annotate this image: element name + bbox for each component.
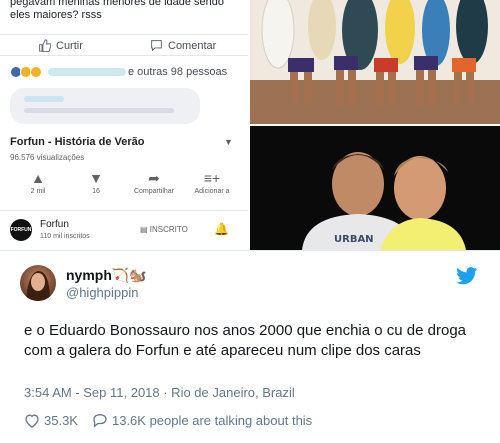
blurred-reply-bubble [10,88,200,124]
speech-bubble-icon [151,40,162,52]
tweet-card: nymph🏹🐿️ @highpippin e o Eduardo Bonossa… [0,250,500,443]
reactions-summary[interactable]: e outras 98 pessoas [10,66,227,78]
reactions-count-text: e outras 98 pessoas [128,66,228,78]
like-button[interactable]: 35.3K [24,413,78,428]
like-count: 2 mil [30,188,46,195]
subscribed-icon: ▤ [140,225,150,234]
surfboards-illustration [250,0,500,124]
comment-text: pegavam meninas menores de idade sendo e… [10,0,225,21]
user-handle[interactable]: @highpippin [66,285,138,300]
like-label: Curtir [56,39,83,52]
heart-icon [25,414,39,428]
bell-icon[interactable]: 🔔 [214,222,229,236]
channel-row: FORFUN Forfun 110 mil inscritos ▤ INSCRI… [0,210,248,250]
avatar[interactable] [20,265,56,301]
friends-illustration: URBAN [250,126,500,250]
channel-name[interactable]: Forfun [40,219,69,230]
dislike-count: 16 [92,188,100,195]
talking-count: 13.6K people are talking about this [111,413,313,428]
add-to-button[interactable]: ≡+ Adicionar a [186,168,238,195]
comment-button[interactable]: Comentar [150,39,216,52]
tweet-timestamp[interactable]: 3:54 AM - Sep 11, 2018 · Rio de Janeiro,… [24,385,295,400]
add-to-label: Adicionar a [194,188,230,195]
share-button[interactable]: ➦ Compartilhar [128,168,180,195]
comment-actions-bar: Curtir Comentar [0,34,248,56]
subscribed-label: INSCRITO [149,225,188,234]
share-arrow-icon: ➦ [148,170,160,186]
thumbs-up-icon [39,39,51,52]
facebook-comment-panel: pegavam meninas menores de idade sendo e… [0,0,248,124]
add-to-playlist-icon: ≡+ [203,170,221,186]
channel-avatar[interactable]: FORFUN [10,219,32,241]
tweet-text: e o Eduardo Bonossauro nos anos 2000 que… [24,322,467,359]
image-collage: pegavam meninas menores de idade sendo e… [0,0,500,250]
dislike-video-button[interactable]: ▼ 16 [70,168,122,195]
reply-bubble-icon [93,414,107,428]
subscriber-count: 110 mil inscritos [40,233,90,240]
share-label: Compartilhar [133,188,175,195]
chevron-down-icon[interactable]: ▼ [224,137,233,147]
display-name[interactable]: nymph🏹🐿️ [66,267,147,284]
friends-photo: URBAN [250,126,500,250]
thumbs-up-icon: ▲ [31,170,45,186]
thumbs-down-icon: ▼ [89,170,103,186]
blurred-name [48,68,126,76]
surfboards-photo [250,0,500,124]
comment-label: Comentar [168,39,217,52]
video-actions: ▲ 2 mil ▼ 16 ➦ Compartilhar ≡+ Adicionar… [0,168,248,208]
like-button[interactable]: Curtir [38,39,83,52]
subscribed-button[interactable]: ▤ INSCRITO [140,225,188,234]
svg-text:URBAN: URBAN [334,234,374,245]
like-video-button[interactable]: ▲ 2 mil [12,168,64,195]
avatar-portrait [26,271,50,301]
talking-link[interactable]: 13.6K people are talking about this [92,413,312,428]
youtube-video-panel: Forfun - História de Verão ▼ 96.576 visu… [0,126,248,250]
like-count: 35.3K [44,413,78,428]
twitter-bird-icon[interactable] [456,267,478,285]
tweet-stats: 35.3K 13.6K people are talking about thi… [24,413,322,428]
video-title: Forfun - História de Verão [10,136,145,148]
view-count: 96.576 visualizações [10,153,85,162]
wow-reaction-icon [30,66,42,78]
